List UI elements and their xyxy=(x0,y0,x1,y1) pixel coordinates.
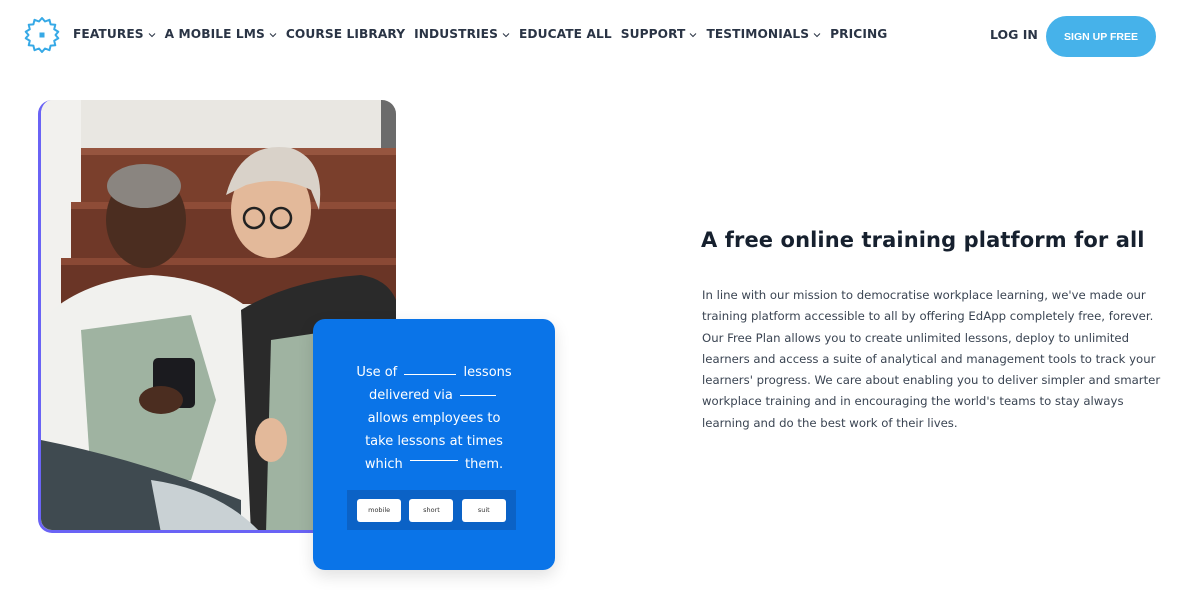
nav-item-label: A MOBILE LMS xyxy=(164,27,265,41)
quiz-card: Use of lessons delivered via allows empl… xyxy=(313,319,555,570)
signup-button[interactable]: SIGN UP FREE xyxy=(1046,16,1156,57)
quiz-blank[interactable] xyxy=(409,459,458,461)
quiz-text-segment: take lessons at times xyxy=(365,434,503,449)
quiz-option-button[interactable]: mobile xyxy=(357,498,402,522)
nav-item-pricing[interactable]: PRICING xyxy=(830,27,887,41)
nav-item-label: EDUCATE ALL xyxy=(519,27,612,41)
chevron-down-icon xyxy=(148,32,155,37)
quiz-option-button[interactable]: short xyxy=(409,498,454,522)
quiz-blank[interactable] xyxy=(460,395,497,396)
main-nav: FEATURES A MOBILE LMS COURSE LIBRARY IND… xyxy=(73,27,896,41)
nav-item-features[interactable]: FEATURES xyxy=(73,27,156,41)
nav-item-course-library[interactable]: COURSE LIBRARY xyxy=(286,27,405,41)
site-header: FEATURES A MOBILE LMS COURSE LIBRARY IND… xyxy=(0,0,1200,72)
chevron-down-icon xyxy=(690,32,697,37)
nav-item-testimonials[interactable]: TESTIMONIALS xyxy=(706,27,821,41)
quiz-text-segment: which xyxy=(364,457,403,472)
logo-icon[interactable] xyxy=(22,15,62,55)
nav-item-label: INDUSTRIES xyxy=(414,27,498,41)
quiz-option-button[interactable]: suit xyxy=(461,498,506,522)
nav-item-label: TESTIMONIALS xyxy=(706,27,810,41)
login-link[interactable]: LOG IN xyxy=(990,27,1038,42)
nav-item-label: COURSE LIBRARY xyxy=(285,27,406,41)
nav-item-label: PRICING xyxy=(830,27,888,41)
chevron-down-icon xyxy=(269,32,277,37)
quiz-text-segment: lessons xyxy=(463,365,512,380)
nav-item-industries[interactable]: INDUSTRIES xyxy=(414,27,510,41)
nav-item-support[interactable]: SUPPORT xyxy=(621,27,698,41)
quiz-text-segment: them. xyxy=(465,457,504,472)
chevron-down-icon xyxy=(502,32,510,37)
nav-item-educate-all[interactable]: EDUCATE ALL xyxy=(519,27,612,41)
nav-item-label: SUPPORT xyxy=(620,27,686,41)
quiz-blank[interactable] xyxy=(404,374,457,375)
section-paragraph: In line with our mission to democratise … xyxy=(702,288,1161,430)
section-headline: A free online training platform for all xyxy=(701,228,1145,252)
nav-item-mobile-lms[interactable]: A MOBILE LMS xyxy=(165,27,277,41)
quiz-text-segment: allows employees to xyxy=(367,411,501,426)
chevron-down-icon xyxy=(813,32,821,37)
quiz-options: mobile short suit xyxy=(347,490,516,530)
quiz-text-segment: delivered via xyxy=(368,388,453,403)
quiz-question: Use of lessons delivered via allows empl… xyxy=(313,361,555,476)
quiz-text-segment: Use of xyxy=(356,365,398,380)
nav-item-label: FEATURES xyxy=(73,27,144,41)
